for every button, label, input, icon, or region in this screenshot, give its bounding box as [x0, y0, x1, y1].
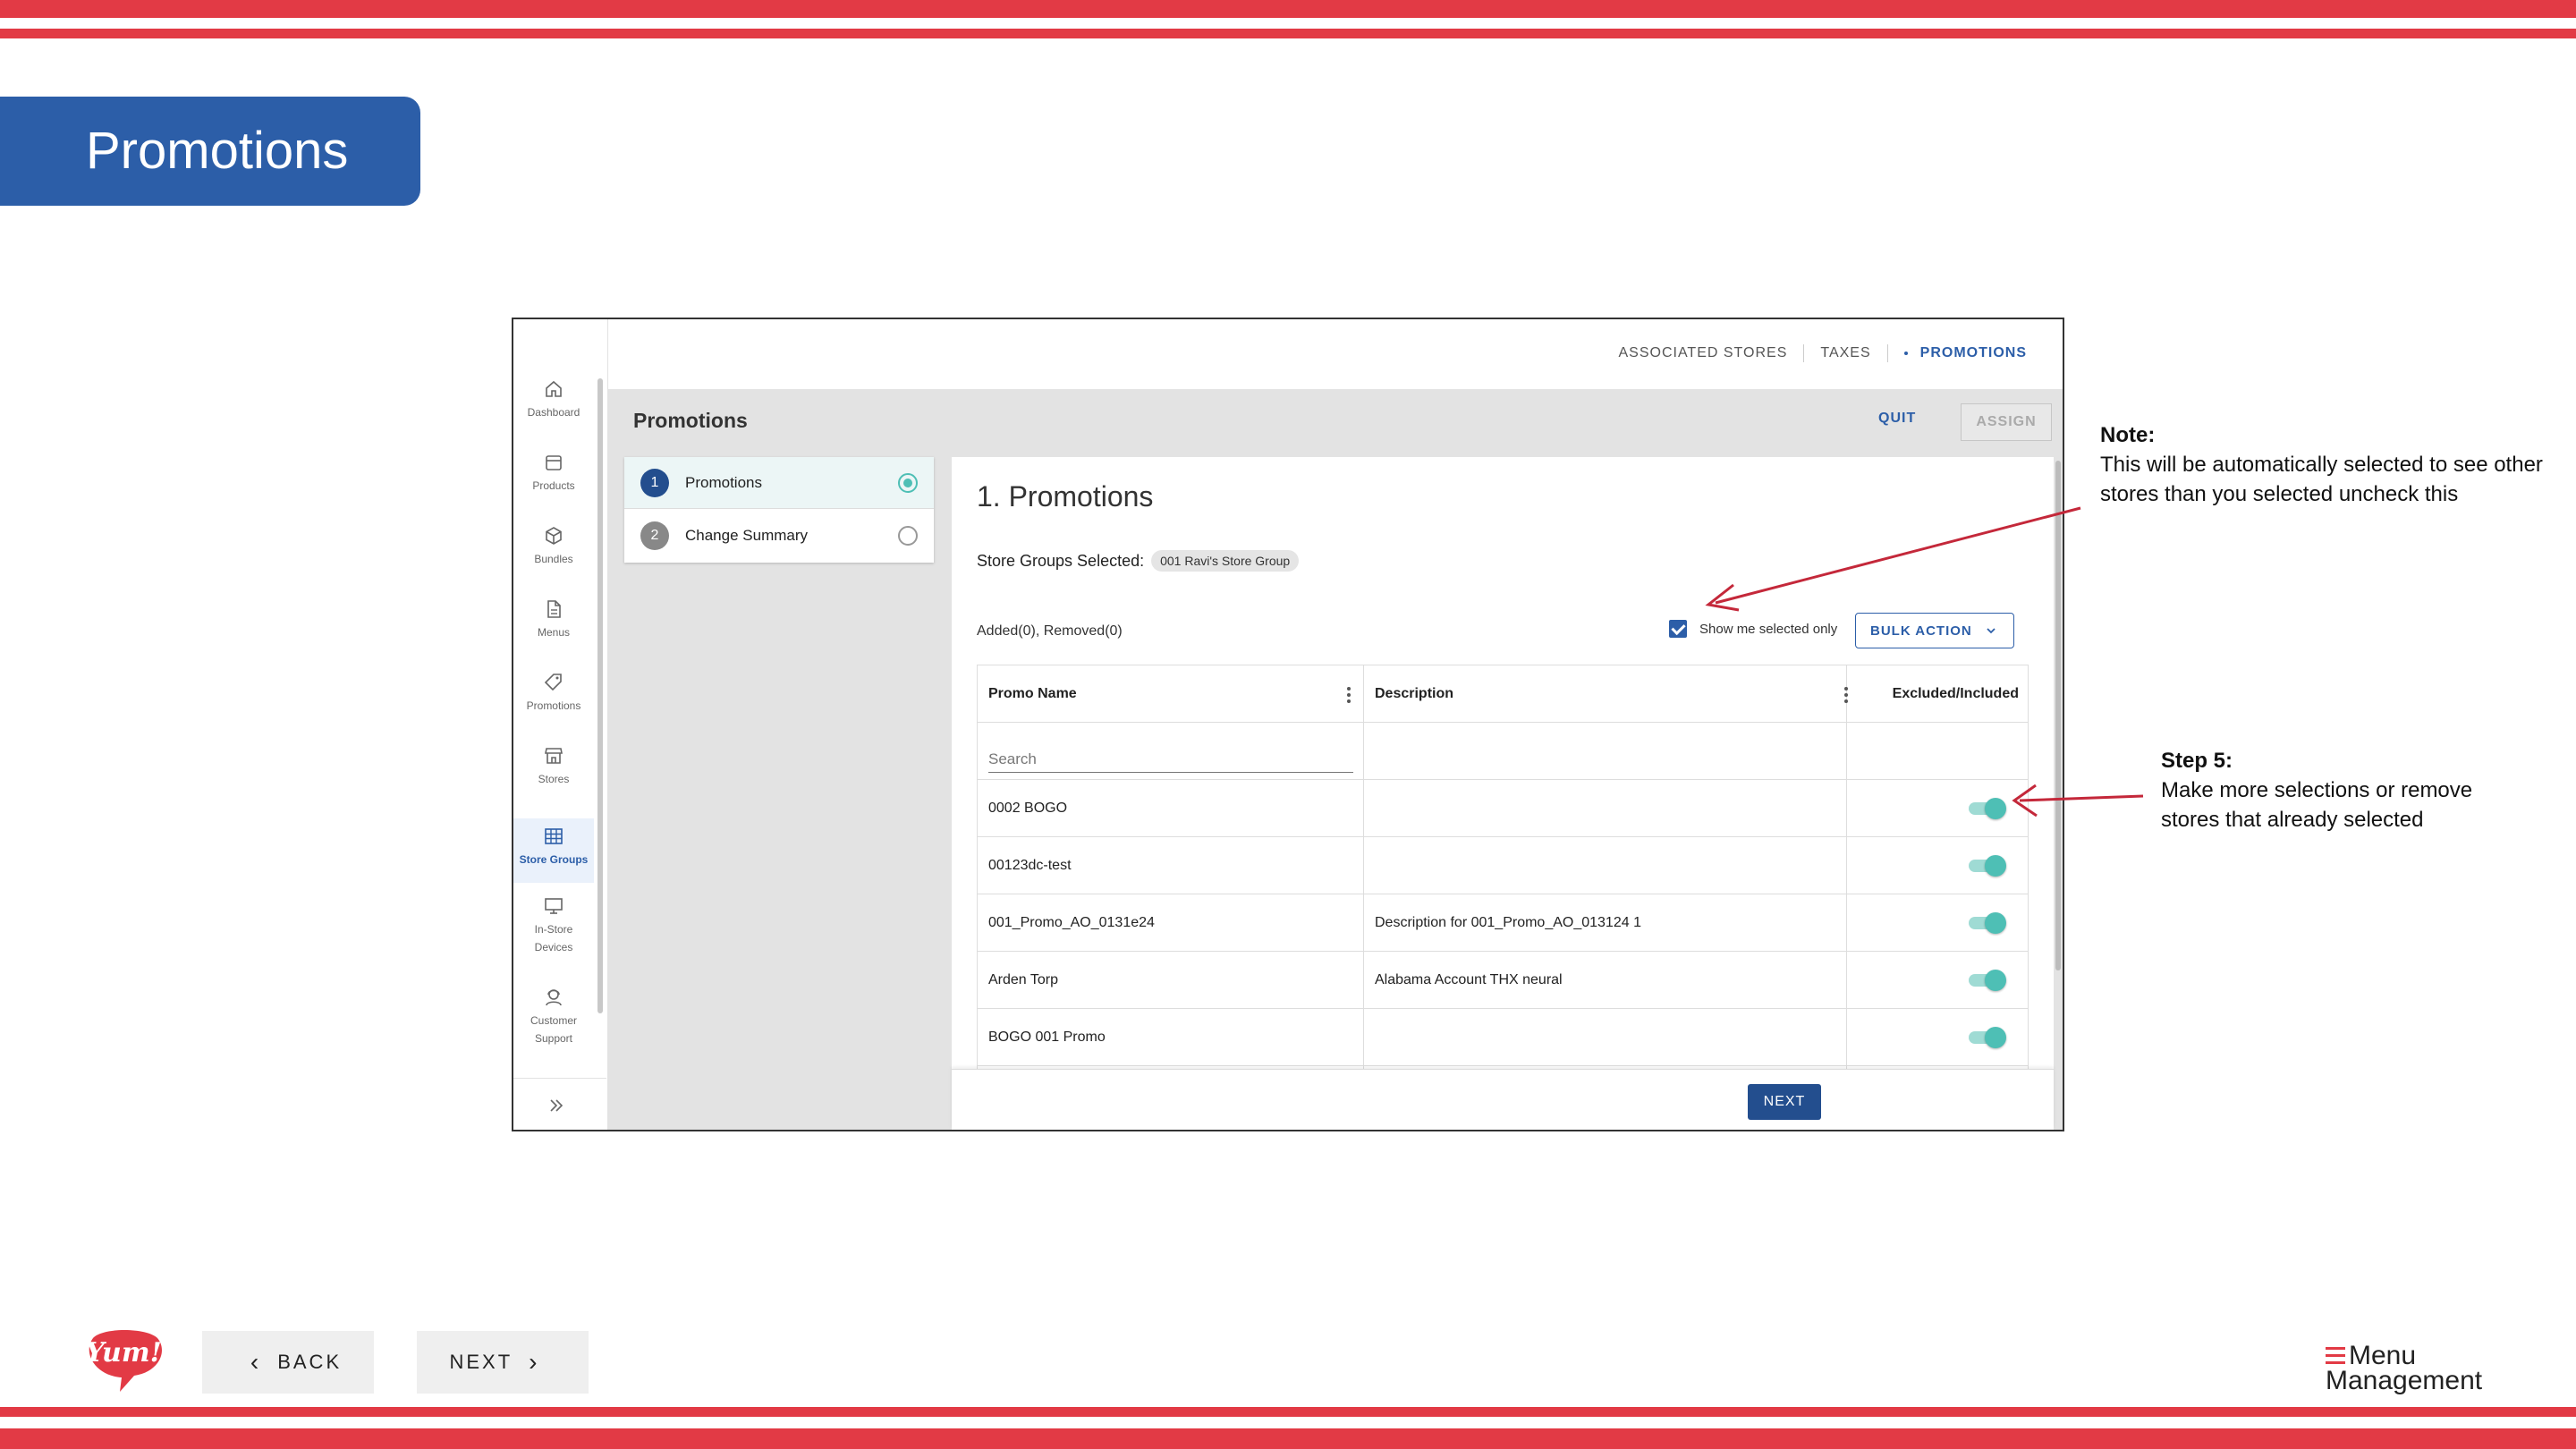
chevron-left-icon: ‹ [250, 1348, 262, 1376]
menu-management-brand: Menu Management [2326, 1343, 2482, 1394]
next-button[interactable]: NEXT › [417, 1331, 589, 1394]
bottom-stripe-thick [0, 1428, 2576, 1449]
brand-line1: Menu [2349, 1341, 2417, 1370]
note-arrow-line [1715, 506, 2081, 605]
chevron-right-icon: › [529, 1348, 540, 1376]
menu-lines-icon [2326, 1347, 2345, 1368]
yum-logo-icon: Yum! [85, 1330, 162, 1392]
brand-line2: Management [2326, 1366, 2483, 1395]
logo-text: Yum! [85, 1337, 162, 1368]
bottom-stripe-thin [0, 1407, 2576, 1417]
step-arrow-line [2019, 794, 2144, 802]
back-label: BACK [277, 1351, 343, 1373]
next-label: NEXT [449, 1351, 513, 1373]
annotation-arrows [1705, 506, 2144, 818]
back-button[interactable]: ‹ BACK [202, 1331, 374, 1394]
